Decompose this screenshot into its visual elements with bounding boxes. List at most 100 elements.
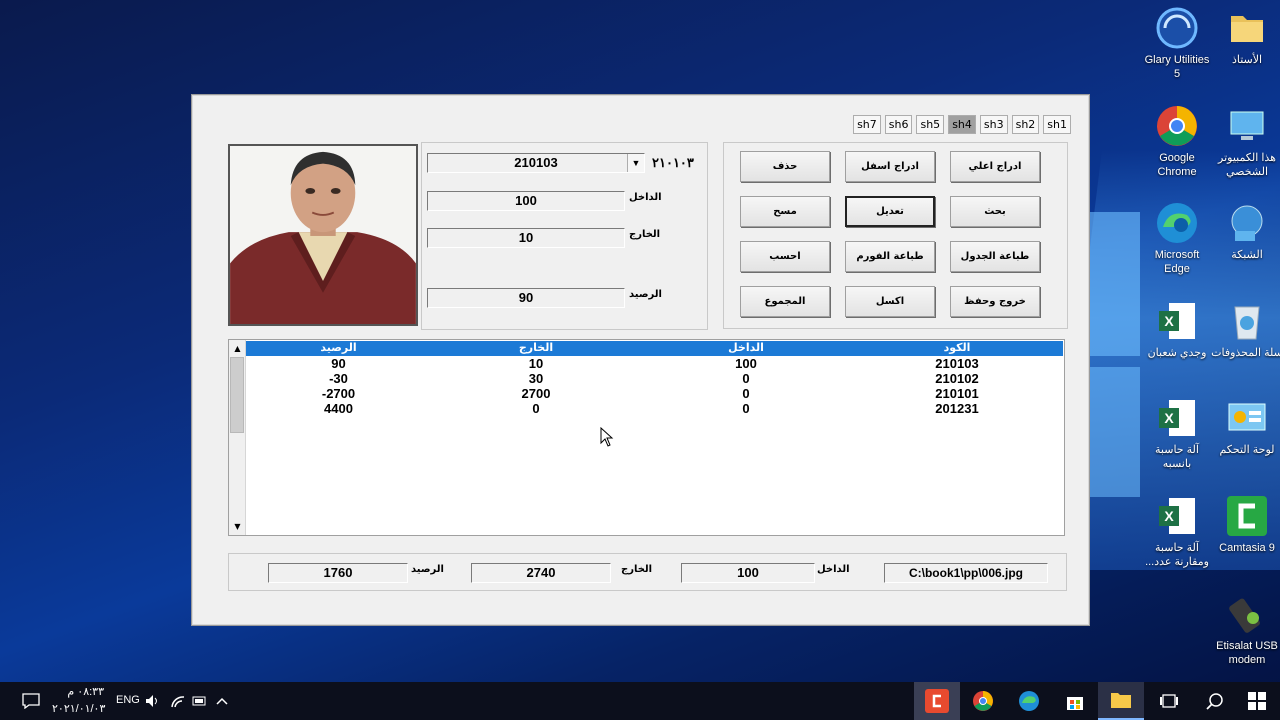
- cell-code: 210103: [935, 356, 979, 371]
- desktop-icon-label: الشبكة: [1231, 249, 1263, 261]
- desktop-icon-label: سلة المحذوفات: [1211, 347, 1280, 359]
- tab-sh6[interactable]: sh6: [884, 115, 913, 134]
- search-button[interactable]: بحث: [950, 196, 1040, 227]
- desktop-icon-edge[interactable]: Microsoft Edge: [1141, 201, 1213, 276]
- actions-panel: حذف ادراج اسفل ادراج اعلي مسح تعديل بحث …: [723, 142, 1068, 329]
- clock-date[interactable]: ٢٠٢١/٠١/٠٣: [52, 702, 105, 715]
- taskbar-chrome[interactable]: [960, 682, 1006, 720]
- cell-dakhel: 0: [742, 371, 750, 386]
- cell-kharej: 2700: [521, 386, 551, 401]
- desktop-icon-label: وجدي شعبان: [1147, 347, 1207, 359]
- cell-kharej: 10: [528, 356, 544, 371]
- search-icon[interactable]: [1192, 682, 1238, 720]
- start-windows-icon[interactable]: [1234, 682, 1280, 720]
- excel-file-icon: X: [1155, 299, 1199, 343]
- cell-raseed: 90: [331, 356, 346, 371]
- taskbar-store[interactable]: [1052, 682, 1098, 720]
- print-table-button[interactable]: طباعة الجدول: [950, 241, 1040, 272]
- excel-file-icon: X: [1155, 396, 1199, 440]
- tab-sh1[interactable]: sh1: [1043, 115, 1071, 134]
- header-code: الكود: [943, 341, 971, 354]
- clock-time[interactable]: ٠٨:٣٣ م: [56, 685, 104, 698]
- desktop-icon-excel-2[interactable]: X آلة حاسبة بانسبه: [1141, 396, 1213, 471]
- raseed-field[interactable]: 90: [427, 288, 625, 308]
- edit-button[interactable]: تعديل: [845, 196, 935, 227]
- print-form-button[interactable]: طباعة الفورم: [845, 241, 935, 272]
- scroll-down-icon[interactable]: ▼: [230, 519, 245, 534]
- excel-button[interactable]: اكسل: [845, 286, 935, 317]
- tab-sh2[interactable]: sh2: [1011, 115, 1040, 134]
- clear-button[interactable]: مسح: [740, 196, 830, 227]
- dakhel-label: الداخل: [629, 192, 662, 203]
- tab-sh3[interactable]: sh3: [979, 115, 1008, 134]
- totals-panel: 1760 الرصيد 2740 الخارج 100 الداخل C:\bo…: [228, 553, 1067, 591]
- cell-kharej: 0: [532, 401, 540, 416]
- mouse-cursor-icon: [600, 427, 614, 447]
- total-kharej-field[interactable]: 2740: [471, 563, 611, 583]
- total-kharej-label: الخارج: [621, 564, 653, 575]
- chevron-down-icon[interactable]: ▼: [627, 154, 644, 172]
- scroll-thumb[interactable]: [230, 357, 244, 433]
- network-icon: [1225, 201, 1269, 245]
- windows-logo-pane: [1090, 212, 1140, 356]
- desktop-icon-usb-modem[interactable]: Etisalat USB modem: [1211, 592, 1280, 667]
- person-photo-image: [230, 146, 416, 324]
- glary-utilities-icon: [1155, 6, 1199, 50]
- table-row[interactable]: 90 10 100 210103: [246, 357, 1063, 372]
- desktop-icon-excel-3[interactable]: X آلة حاسبة ومقارنة عدد...: [1141, 494, 1213, 569]
- desktop-icon-network[interactable]: الشبكة: [1211, 201, 1280, 262]
- chrome-icon: [1155, 104, 1199, 148]
- camtasia-recorder-icon: [925, 689, 949, 713]
- insert-bottom-button[interactable]: ادراج اسفل: [845, 151, 935, 182]
- table-row[interactable]: -30 30 0 210102: [246, 372, 1063, 387]
- desktop-icon-this-pc[interactable]: هذا الكمبيوتر الشخصي: [1211, 104, 1280, 179]
- cell-code: 201231: [935, 401, 979, 416]
- image-path-field[interactable]: C:\book1\pp\006.jpg: [884, 563, 1048, 583]
- calculate-button[interactable]: احسب: [740, 241, 830, 272]
- desktop-icon-label: Glary Utilities 5: [1144, 54, 1210, 80]
- table-row[interactable]: 4400 0 0 201231: [246, 402, 1063, 417]
- edge-icon: [1019, 691, 1039, 711]
- code-combobox[interactable]: 210103 ▼: [427, 153, 645, 173]
- desktop-icon-glary[interactable]: Glary Utilities 5: [1141, 6, 1213, 81]
- folder-icon: [1225, 6, 1269, 50]
- cell-code: 210101: [935, 386, 979, 401]
- records-listbox[interactable]: ▲ ▼ الرصيد الخارج الداخل الكود 90 10 100…: [228, 339, 1065, 536]
- table-row[interactable]: -2700 2700 0 210101: [246, 387, 1063, 402]
- tab-sh5[interactable]: sh5: [916, 115, 945, 134]
- camtasia-icon: [1225, 494, 1269, 538]
- notifications-icon[interactable]: [8, 682, 54, 720]
- accounting-form-window: sh7 sh6 sh5 sh4 sh3 sh2 sh1 210103 ▼ ٢١٠…: [191, 94, 1090, 626]
- desktop-icon-excel-1[interactable]: X وجدي شعبان: [1141, 299, 1213, 360]
- desktop-icon-control-panel[interactable]: لوحة التحكم: [1211, 396, 1280, 457]
- code-combobox-value: 210103: [514, 155, 558, 170]
- task-view-icon[interactable]: [1146, 682, 1192, 720]
- folder-icon: [1111, 693, 1131, 708]
- cell-raseed: 4400: [324, 401, 353, 416]
- code-label: ٢١٠١٠٣: [652, 155, 694, 170]
- insert-top-button[interactable]: ادراج اعلي: [950, 151, 1040, 182]
- desktop-icon-label: آلة حاسبة بانسبه: [1155, 444, 1199, 470]
- taskbar-file-explorer[interactable]: [1098, 682, 1144, 720]
- svg-text:X: X: [1164, 508, 1174, 524]
- header-kharej: الخارج: [518, 341, 554, 354]
- taskbar-edge[interactable]: [1006, 682, 1052, 720]
- total-dakhel-field[interactable]: 100: [681, 563, 815, 583]
- desktop-icon-camtasia[interactable]: Camtasia 9: [1211, 494, 1280, 555]
- total-raseed-field[interactable]: 1760: [268, 563, 408, 583]
- vertical-scrollbar[interactable]: ▲ ▼: [229, 340, 246, 535]
- taskbar-camtasia-recorder[interactable]: [914, 682, 960, 720]
- kharej-field[interactable]: 10: [427, 228, 625, 248]
- desktop-icon-chrome[interactable]: Google Chrome: [1141, 104, 1213, 179]
- scroll-up-icon[interactable]: ▲: [230, 341, 245, 356]
- header-raseed: الرصيد: [320, 341, 357, 354]
- desktop-icon-folder[interactable]: الأستاذ: [1211, 6, 1280, 67]
- desktop-icon-recycle-bin[interactable]: سلة المحذوفات: [1211, 299, 1280, 360]
- tab-sh4[interactable]: sh4: [948, 115, 976, 134]
- tab-sh7[interactable]: sh7: [853, 115, 881, 134]
- exit-save-button[interactable]: خروج وحفظ: [950, 286, 1040, 317]
- show-hidden-icons-icon[interactable]: [200, 682, 244, 720]
- total-button[interactable]: المجموع: [740, 286, 830, 317]
- delete-button[interactable]: حذف: [740, 151, 830, 182]
- dakhel-field[interactable]: 100: [427, 191, 625, 211]
